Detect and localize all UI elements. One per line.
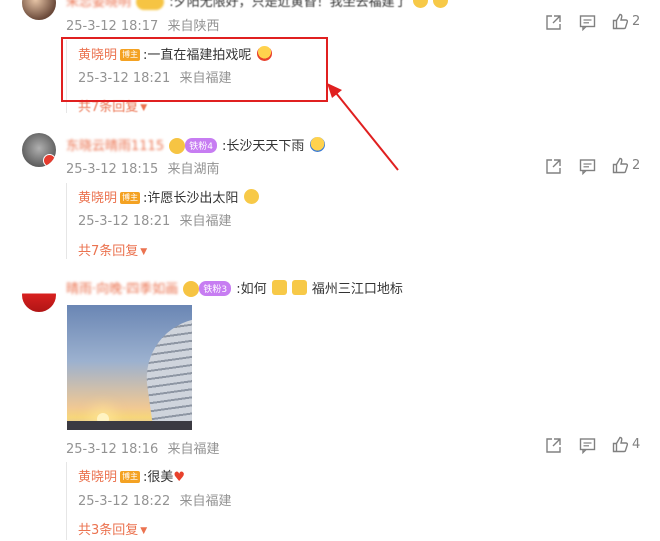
like-icon [612,13,629,30]
reply: 黄晓明 博主:很美♥ [78,466,185,485]
share-icon [546,438,561,453]
fan-badge-icon [169,137,186,154]
author-tag: 博主 [120,192,141,204]
like-icon [612,157,629,174]
heart-icon: ♥ [173,470,186,485]
comment-button[interactable] [579,158,596,175]
fan-level-badge: 铁粉3 [199,281,232,296]
chevron-down-icon: ▼ [140,247,148,257]
emoji-icon [243,189,259,204]
like-count: 2 [632,14,641,29]
share-icon [546,159,561,174]
more-replies-link[interactable]: 共3条回复 ▼ [78,519,147,538]
comment-location: 来自福建 [167,442,220,457]
highlight-box [61,37,328,102]
emoji-icon [291,280,307,295]
skyline [67,421,192,430]
chevron-down-icon: ▼ [140,526,148,536]
like-count: 2 [632,158,641,173]
share-button[interactable] [545,158,562,175]
comment-text: :长沙天天下雨 [222,139,305,154]
reply-meta: 25-3-12 18:21 来自福建 [78,210,231,229]
comment-icon [579,15,596,31]
avatar[interactable] [22,133,56,167]
reply-time: 25-3-12 18:22 [78,494,171,509]
comment-author[interactable]: 朱恋姿晓明 [66,0,131,10]
comment-meta: 25-3-12 18:15 来自湖南 [66,158,219,177]
comment-icon [579,159,596,175]
reply-text: :许愿长沙出太阳 [143,191,239,206]
chevron-down-icon: ▼ [140,103,148,113]
comment-author[interactable]: 东晓云晴雨1115 [66,139,164,154]
more-replies-label: 共7条回复 [78,100,139,115]
comment-button[interactable] [579,14,596,31]
fan-level-badge: 铁粉4 [185,138,217,153]
comment-time: 25-3-12 18:16 [66,442,159,457]
comment-location: 来自陕西 [167,19,220,34]
reply: 黄晓明 博主:许愿长沙出太阳 [78,187,259,206]
share-button[interactable] [545,437,562,454]
comment-text: :夕阳无限好，只是近黄昏！我坐去福建了 [169,0,408,10]
emoji-icon [271,280,287,295]
share-icon [546,15,561,30]
comment-text-2: 福州三江口地标 [311,282,403,297]
fan-badge-icon [183,280,200,297]
comment-image[interactable] [67,305,192,430]
comment-meta: 25-3-12 18:16 来自福建 [66,438,219,457]
like-button[interactable]: 4 [612,436,640,453]
like-button[interactable]: 2 [612,13,640,30]
more-replies-label: 共7条回复 [78,244,139,259]
fan-badge-icon [136,0,165,10]
reply-author[interactable]: 黄晓明 [78,470,117,485]
comment-time: 25-3-12 18:17 [66,19,159,34]
reply-author[interactable]: 黄晓明 [78,191,117,206]
comment-icon [579,438,596,454]
reply-location: 来自福建 [179,494,232,509]
share-button[interactable] [545,14,562,31]
comment-location: 来自湖南 [167,162,220,177]
reply-meta: 25-3-12 18:22 来自福建 [78,490,231,509]
like-button[interactable]: 2 [612,157,640,174]
reply-time: 25-3-12 18:21 [78,214,171,229]
comment-header: 朱恋姿晓明 :夕阳无限好，只是近黄昏！我坐去福建了 [66,0,448,10]
red-arrow [327,83,399,171]
avatar[interactable] [22,0,56,20]
avatar[interactable] [22,278,56,312]
more-replies-link[interactable]: 共7条回复 ▼ [78,240,147,259]
comment-button[interactable] [579,437,596,454]
emoji-icon [412,0,428,8]
emoji-icon [309,137,325,152]
verified-icon [43,154,56,167]
author-tag: 博主 [120,471,141,483]
comment-header: 晴雨·向晚·四季如画 铁粉3 :如何 福州三江口地标 [66,278,403,297]
building-facade [139,314,192,430]
like-count: 4 [632,437,641,452]
reply-location: 来自福建 [179,214,232,229]
like-icon [612,436,629,453]
comment-meta: 25-3-12 18:17 来自陕西 [66,15,219,34]
comment-author[interactable]: 晴雨·向晚·四季如画 [66,282,178,297]
emoji-icon [432,0,448,8]
comment-header: 东晓云晴雨1115 铁粉4 :长沙天天下雨 [66,135,325,154]
more-replies-label: 共3条回复 [78,523,139,538]
comment-text: :如何 [236,282,267,297]
comment-time: 25-3-12 18:15 [66,162,159,177]
reply-text: :很美 [143,470,174,485]
